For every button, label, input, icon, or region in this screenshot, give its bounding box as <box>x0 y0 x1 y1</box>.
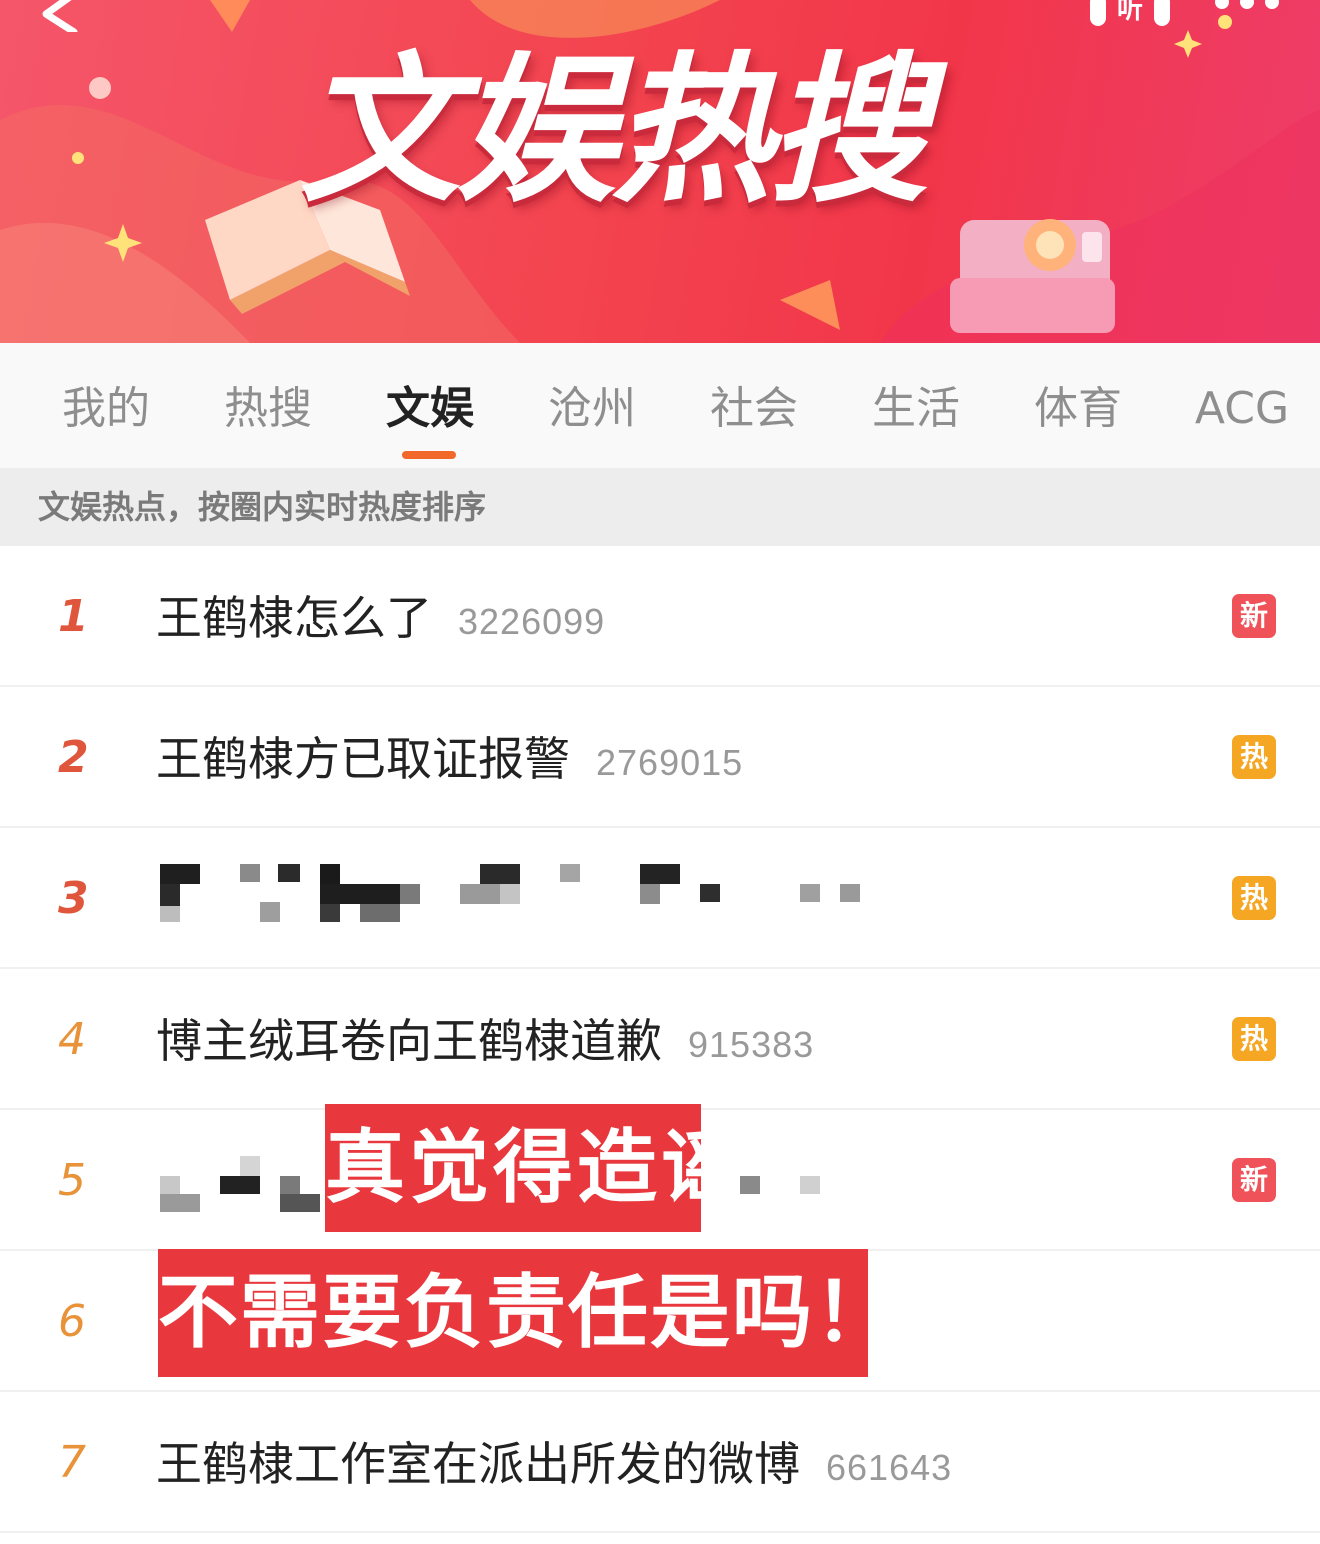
listen-icon[interactable]: 听 <box>1088 0 1172 28</box>
heat-count: 3226099 <box>458 601 606 642</box>
overlay-caption-line-2: 不需要负责任是吗！？ <box>158 1249 976 1377</box>
tab-entertainment[interactable]: 文娱 <box>384 379 476 439</box>
item-title: 王鹤棣工作室在派出所发的微博 661643 <box>156 1434 952 1494</box>
rank-number: 2 <box>58 732 89 783</box>
heat-count: 661643 <box>826 1447 953 1488</box>
tab-hot-search[interactable]: 热搜 <box>222 379 314 439</box>
more-icon[interactable] <box>1212 0 1282 22</box>
hot-badge: 热 <box>1232 1017 1276 1061</box>
rank-number: 3 <box>58 873 89 924</box>
heat-count: 915383 <box>688 1024 815 1065</box>
banner-title: 文娱热搜 <box>300 37 928 224</box>
active-tab-indicator <box>402 451 456 459</box>
list-item[interactable]: 4 博主绒耳卷向王鹤棣道歉 915383 热 <box>0 969 1320 1110</box>
subtitle-bar: 文娱热点，按圈内实时热度排序 <box>0 469 1320 546</box>
item-title-text: 王鹤棣方已取证报警 <box>156 732 570 786</box>
new-badge: 新 <box>1232 594 1276 638</box>
tab-society[interactable]: 社会 <box>708 379 800 439</box>
rank-number: 5 <box>58 1155 86 1206</box>
hot-badge: 热 <box>1232 735 1276 779</box>
back-icon[interactable] <box>34 0 84 32</box>
listen-label: 听 <box>1117 0 1143 25</box>
camera-icon <box>950 219 1115 333</box>
tab-mine[interactable]: 我的 <box>60 379 152 439</box>
list-item[interactable]: 3 热 <box>0 828 1320 969</box>
list-item[interactable]: 7 王鹤棣工作室在派出所发的微博 661643 <box>0 1392 1320 1533</box>
tab-cangzhou[interactable]: 沧州 <box>546 379 638 439</box>
pixelated-title <box>160 858 880 938</box>
subtitle-text: 文娱热点，按圈内实时热度排序 <box>38 488 487 526</box>
banner: 文娱热搜 听 <box>0 0 1320 343</box>
rank-number: 7 <box>58 1437 86 1488</box>
item-title: 王鹤棣方已取证报警 2769015 <box>156 729 743 789</box>
tab-sports[interactable]: 体育 <box>1032 379 1124 439</box>
list-item[interactable]: 1 王鹤棣怎么了 3226099 新 <box>0 546 1320 687</box>
overlay-caption-line-1: 真觉得造谣 <box>325 1104 741 1232</box>
heat-count: 2769015 <box>596 742 744 783</box>
new-badge: 新 <box>1232 1158 1276 1202</box>
hot-search-page: 文娱热搜 听 我的 热搜 文娱 沧州 社会 生活 体育 ACG 文娱热点，按圈内… <box>0 0 1320 1544</box>
item-title-text: 博主绒耳卷向王鹤棣道歉 <box>156 1014 662 1068</box>
rank-number: 6 <box>58 1296 86 1347</box>
tab-acg[interactable]: ACG <box>1190 379 1294 439</box>
category-tabs: 我的 热搜 文娱 沧州 社会 生活 体育 ACG <box>0 343 1320 469</box>
item-title-text: 王鹤棣工作室在派出所发的微博 <box>156 1437 800 1491</box>
list-item[interactable]: 2 王鹤棣方已取证报警 2769015 热 <box>0 687 1320 828</box>
tab-life[interactable]: 生活 <box>870 379 962 439</box>
item-title: 博主绒耳卷向王鹤棣道歉 915383 <box>156 1011 814 1071</box>
rank-number: 1 <box>58 591 89 642</box>
item-title: 王鹤棣怎么了 3226099 <box>156 588 605 648</box>
item-title-text: 王鹤棣怎么了 <box>156 591 432 645</box>
rank-number: 4 <box>58 1014 86 1065</box>
hot-badge: 热 <box>1232 876 1276 920</box>
